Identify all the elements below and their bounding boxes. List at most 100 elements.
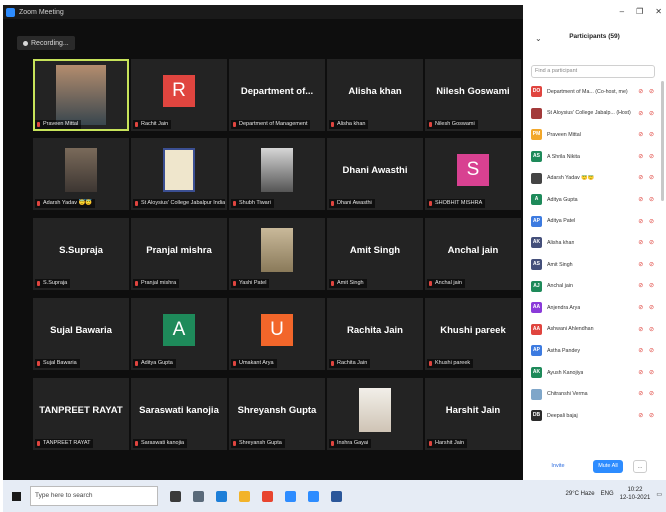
participant-row[interactable]: AS A Shrila Nikita ⊘ ⊘ [523,146,666,168]
participant-row[interactable]: PM Praveen Mittal ⊘ ⊘ [523,124,666,146]
participant-row[interactable]: AP Aditya Patel ⊘ ⊘ [523,211,666,233]
maximize-icon[interactable]: ❐ [636,7,643,16]
language-indicator[interactable]: ENG [601,491,614,497]
video-tile[interactable]: Amit Singh Amit Singh [327,218,423,290]
video-tile[interactable]: St Aloysius' College Jabalpur India [131,138,227,210]
muted-mic-and-video-off-icon[interactable]: ⊘ ⊘ [638,110,656,117]
minimize-icon[interactable]: – [620,7,624,16]
start-icon[interactable] [12,491,21,501]
video-tile[interactable]: Harshit Jain Harshit Jain [425,378,521,450]
muted-mic-and-video-off-icon[interactable]: ⊘ ⊘ [638,412,656,419]
tile-name-label: Rachita Jain [329,359,371,368]
muted-mic-and-video-off-icon[interactable]: ⊘ ⊘ [638,196,656,203]
video-tile[interactable]: Saraswati kanojia Saraswati kanojia [131,378,227,450]
recording-indicator[interactable]: Recording... [17,36,75,50]
participant-avatar [531,107,542,119]
video-tile[interactable]: A Aditya Gupta [131,298,227,370]
video-tile[interactable]: Adarsh Yadav 😇😇 [33,138,129,210]
weather-widget[interactable]: 29°C Haze [566,491,595,497]
muted-mic-and-video-off-icon[interactable]: ⊘ ⊘ [638,153,656,160]
video-tile[interactable]: S SHOBHIT MISHRA [425,138,521,210]
video-tile[interactable]: Nilesh Goswami Nilesh Goswami [425,59,521,131]
panel-scrollbar[interactable] [661,81,664,201]
video-tile[interactable]: Anchal jain Anchal jain [425,218,521,290]
video-tile[interactable]: Yashi Patel [229,218,325,290]
participant-search-input[interactable]: Find a participant [531,65,655,78]
chrome-icon[interactable] [262,490,273,502]
invite-button[interactable]: Invite [545,460,571,473]
video-tile[interactable]: R Rachit Jain [131,59,227,131]
video-tile[interactable]: Department of... Department of Management [229,59,325,131]
muted-mic-and-video-off-icon[interactable]: ⊘ ⊘ [638,390,656,397]
video-tile[interactable]: Pranjal mishra Pranjal mishra [131,218,227,290]
word-icon[interactable] [331,490,342,502]
muted-mic-and-video-off-icon[interactable]: ⊘ ⊘ [638,304,656,311]
edge-icon[interactable] [216,490,227,502]
participant-row[interactable]: AK Ayush Kanojiya ⊘ ⊘ [523,362,666,384]
participant-row[interactable]: AP Astha Pandey ⊘ ⊘ [523,340,666,362]
zoom-meeting-taskbar-icon[interactable] [308,490,319,502]
tile-display-name: Nilesh Goswami [436,86,510,97]
video-tile[interactable]: Sujal Bawaria Sujal Bawaria [33,298,129,370]
muted-mic-and-video-off-icon[interactable]: ⊘ ⊘ [638,282,656,289]
mute-all-button[interactable]: Mute All [593,460,623,473]
participant-row[interactable]: AA Anjendra Arya ⊘ ⊘ [523,297,666,319]
folder-icon[interactable] [239,490,250,502]
clock[interactable]: 10:22 12-10-2021 [620,486,651,502]
tile-name-label: Dhani Awasthi [329,199,375,208]
participant-avatar [531,172,542,184]
participant-avatar: AP [531,345,542,357]
participant-name: Anchal jain [547,283,573,290]
video-tile[interactable]: Khushi pareek Khushi pareek [425,298,521,370]
video-tile[interactable]: Dhani Awasthi Dhani Awasthi [327,138,423,210]
tile-name-label: Aditya Gupta [133,359,176,368]
participant-row[interactable]: DB Deepali bajaj ⊘ ⊘ [523,405,666,427]
participant-row[interactable]: Adarsh Yadav 😇😇 ⊘ ⊘ [523,167,666,189]
participant-row[interactable]: St Aloysius' College Jabalp... (Host) ⊘ ⊘ [523,103,666,125]
more-button[interactable]: ... [633,460,647,473]
task-view-icon[interactable] [170,490,181,502]
participant-name: Aditya Gupta [547,196,578,203]
participant-row[interactable]: AS Amit Singh ⊘ ⊘ [523,254,666,276]
muted-mic-and-video-off-icon[interactable]: ⊘ ⊘ [638,261,656,268]
participant-name: Praveen Mittal [547,131,581,138]
notification-icon[interactable]: ▭ [656,491,662,498]
participant-row[interactable]: AA Ashwani Ahlendhan ⊘ ⊘ [523,319,666,341]
participant-avatar: AK [531,237,542,249]
participant-row[interactable]: Chitranshi Verma ⊘ ⊘ [523,383,666,405]
video-tile[interactable]: Shubh Tiwari [229,138,325,210]
taskbar-search-input[interactable]: Type here to search [30,486,158,506]
zoom-taskbar-icon[interactable] [285,490,296,502]
muted-mic-and-video-off-icon[interactable]: ⊘ ⊘ [638,88,656,95]
participant-name: Aditya Patel [547,218,576,225]
video-tile[interactable]: Shreyansh Gupta Shreyansh Gupta [229,378,325,450]
muted-mic-and-video-off-icon[interactable]: ⊘ ⊘ [638,131,656,138]
participant-row[interactable]: A Aditya Gupta ⊘ ⊘ [523,189,666,211]
muted-mic-and-video-off-icon[interactable]: ⊘ ⊘ [638,347,656,354]
participant-name: Anjendra Arya [547,304,581,311]
tile-name-label: Inshra Gayai [329,439,372,448]
video-tile[interactable]: Rachita Jain Rachita Jain [327,298,423,370]
participant-name: Amit Singh [547,261,573,268]
muted-mic-and-video-off-icon[interactable]: ⊘ ⊘ [638,174,656,181]
video-tile[interactable]: Alisha khan Alisha khan [327,59,423,131]
muted-mic-and-video-off-icon[interactable]: ⊘ ⊘ [638,218,656,225]
muted-mic-and-video-off-icon[interactable]: ⊘ ⊘ [638,369,656,376]
video-tile[interactable]: TANPREET RAYAT TANPREET RAYAT [33,378,129,450]
participant-row[interactable]: AK Alisha khan ⊘ ⊘ [523,232,666,254]
close-icon[interactable]: ✕ [655,7,662,16]
participant-row[interactable]: AJ Anchal jain ⊘ ⊘ [523,275,666,297]
video-tile[interactable]: U Umakant Arya [229,298,325,370]
video-tile[interactable]: Praveen Mittal [33,59,129,131]
muted-mic-and-video-off-icon[interactable]: ⊘ ⊘ [638,326,656,333]
window-titlebar: Zoom Meeting [3,5,523,19]
video-tile[interactable]: S.Supraja S.Supraja [33,218,129,290]
tile-display-name: Pranjal mishra [146,245,212,256]
video-tile[interactable]: Inshra Gayai [327,378,423,450]
tile-display-name: Sujal Bawaria [50,325,112,336]
participant-name: Astha Pandey [547,347,580,354]
participant-avatar: AJ [531,280,542,292]
file-explorer-icon[interactable] [193,490,204,502]
muted-mic-and-video-off-icon[interactable]: ⊘ ⊘ [638,239,656,246]
participant-row[interactable]: DO Department of Ma... (Co-host, me) ⊘ ⊘ [523,81,666,103]
